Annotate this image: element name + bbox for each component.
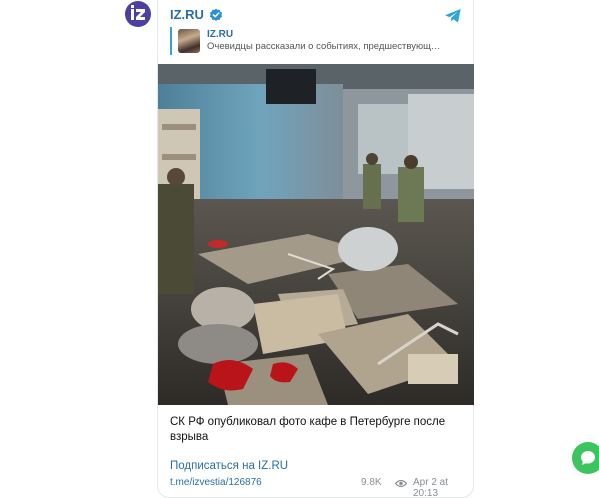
iz-logo-icon [131, 5, 145, 20]
chat-bubble-button[interactable] [572, 442, 599, 474]
reply-quote[interactable]: IZ.RU Очевидцы рассказали о событиях, пр… [170, 27, 468, 55]
reply-text: IZ.RU Очевидцы рассказали о событиях, пр… [207, 29, 468, 53]
post-date: Apr 2 at 20:13 [413, 477, 449, 498]
reply-thumbnail [178, 29, 200, 53]
telegram-plane-icon[interactable] [444, 8, 462, 24]
reply-snippet: Очевидцы рассказали о событиях, предшест… [207, 41, 441, 52]
post-card: IZ.RU IZ.RU Очевидцы рассказали о событи… [157, 0, 474, 498]
view-count: 9.8K [361, 477, 382, 488]
post-link[interactable]: t.me/izvestia/126876 [170, 477, 262, 488]
post-footer: t.me/izvestia/126876 9.8K Apr 2 at 20:13 [170, 477, 465, 498]
subscribe-link[interactable]: Подписаться на IZ.RU [170, 460, 288, 472]
post-photo[interactable] [158, 64, 474, 405]
channel-header: IZ.RU [170, 7, 223, 22]
channel-avatar[interactable] [125, 1, 151, 27]
post-caption: СК РФ опубликовал фото кафе в Петербурге… [170, 416, 446, 443]
eye-icon [395, 479, 407, 488]
verified-badge-icon [209, 8, 223, 21]
chat-bubble-icon [581, 451, 595, 465]
reply-author: IZ.RU [207, 29, 234, 40]
channel-name[interactable]: IZ.RU [170, 7, 204, 22]
